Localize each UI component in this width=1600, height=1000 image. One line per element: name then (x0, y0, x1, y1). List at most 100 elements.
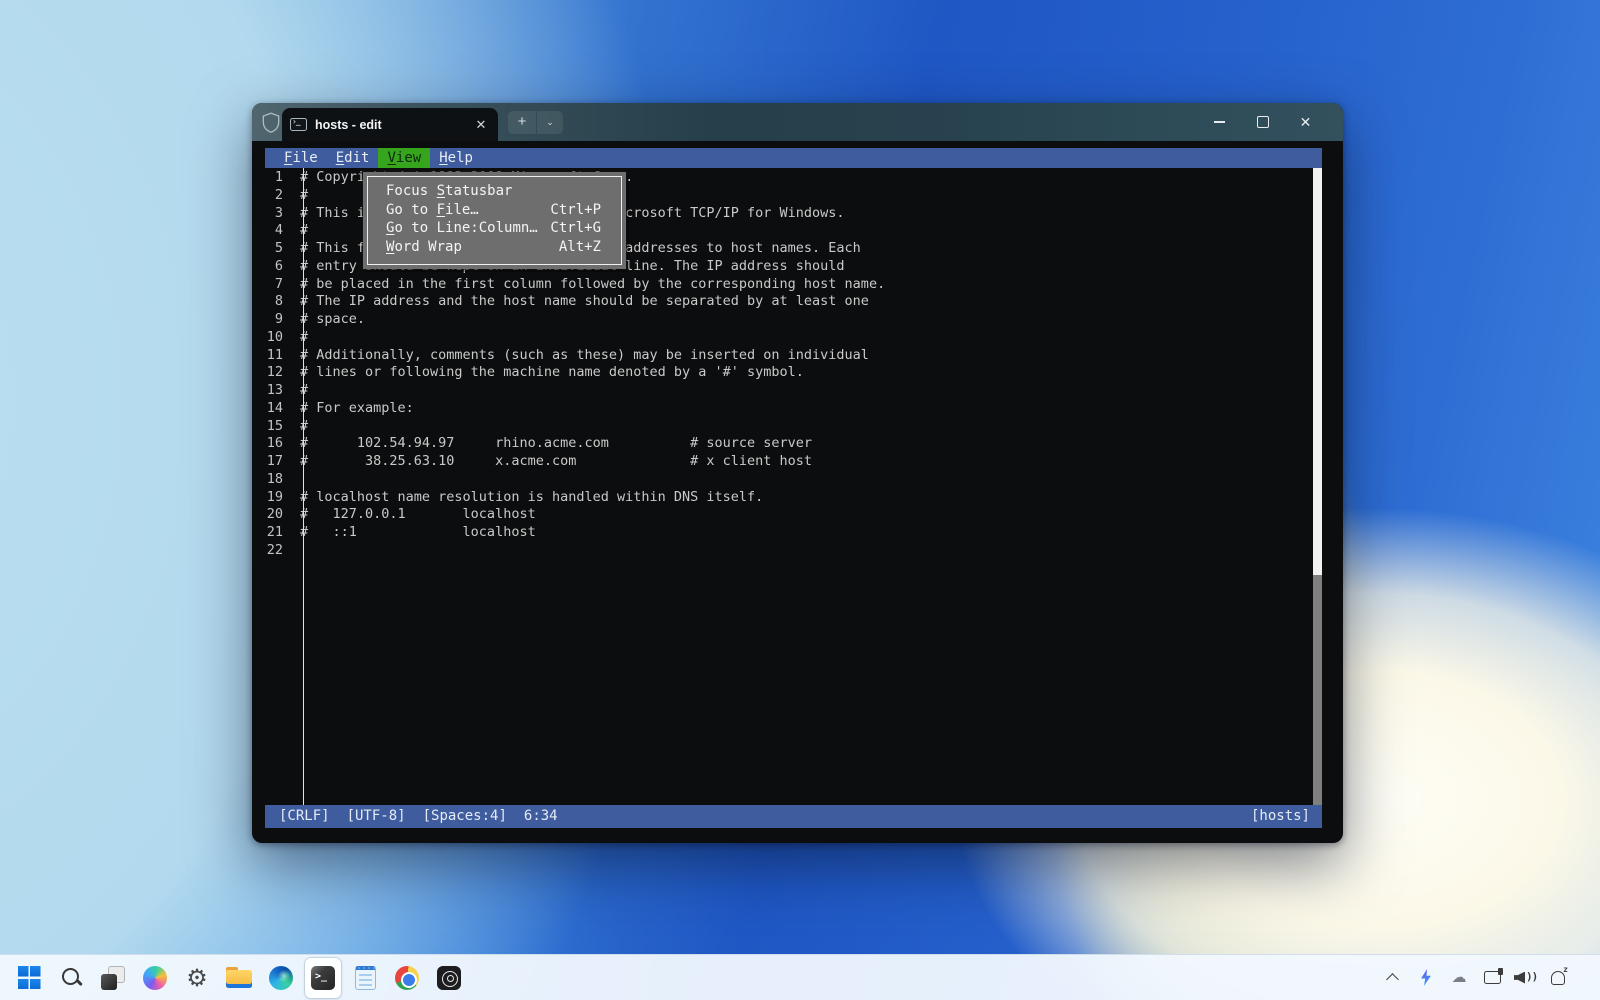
editor-line: 13# (265, 382, 1313, 400)
line-number: 15 (265, 418, 290, 436)
editor-line: 19# localhost name resolution is handled… (265, 489, 1313, 507)
menu-item-shortcut: Ctrl+P (550, 201, 601, 220)
taskbar-copilot-icon[interactable] (137, 958, 173, 998)
line-number: 1 (265, 169, 290, 187)
statusbar-segment[interactable]: 6:34 (524, 805, 558, 828)
line-text: # (290, 222, 308, 240)
menu-item-word-wrap[interactable]: Word WrapAlt+Z (368, 238, 621, 257)
minimize-button[interactable] (1198, 103, 1241, 141)
close-button[interactable]: ✕ (1284, 103, 1327, 141)
new-tab-button[interactable]: + (508, 111, 536, 134)
taskbar-edge-browser-icon[interactable] (263, 958, 299, 998)
line-number: 13 (265, 382, 290, 400)
line-text: # be placed in the first column followed… (290, 276, 885, 294)
line-number: 10 (265, 329, 290, 347)
tab-hosts-edit[interactable]: hosts - edit ✕ (282, 108, 498, 141)
editor-line: 20# 127.0.0.1 localhost (265, 506, 1313, 524)
line-number: 7 (265, 276, 290, 294)
taskbar-search-icon[interactable] (53, 958, 89, 998)
taskbar-start-icon[interactable] (11, 958, 47, 998)
line-number: 17 (265, 453, 290, 471)
menu-item-go-to-line-column[interactable]: Go to Line:Column…Ctrl+G (368, 219, 621, 238)
volume-speaker-icon (1514, 970, 1536, 986)
taskbar-terminal-icon[interactable] (305, 958, 341, 998)
statusbar-filename: [hosts] (1251, 805, 1310, 828)
menu-item-label: Go to Line:Column… (386, 219, 550, 238)
tab-dropdown-button[interactable]: ⌄ (537, 111, 563, 134)
statusbar-segment[interactable]: [UTF-8] (347, 805, 406, 828)
tray-do-not-disturb-bell-icon[interactable] (1544, 961, 1572, 995)
menu-item-shortcut: Ctrl+G (550, 219, 601, 238)
task-view-icon (101, 966, 125, 990)
line-text: # The IP address and the host name shoul… (290, 293, 869, 311)
menu-item-shortcut: Alt+Z (559, 238, 601, 257)
cmd-window-icon (290, 118, 307, 131)
tray-hidden-icons-chevron-icon[interactable] (1379, 961, 1407, 995)
tray-lightning-app-icon[interactable] (1412, 961, 1440, 995)
line-text: # 127.0.0.1 localhost (290, 506, 536, 524)
onedrive-cloud-icon: ☁ (1452, 970, 1467, 985)
edge-browser-icon (269, 966, 293, 990)
line-text: # (290, 418, 308, 436)
tab-close-icon[interactable]: ✕ (472, 116, 490, 134)
system-tray: ☁ (1379, 961, 1600, 995)
taskbar-notepad-icon[interactable] (347, 958, 383, 998)
menubar-item-file[interactable]: File (275, 148, 327, 168)
titlebar[interactable]: hosts - edit ✕ + ⌄ ✕ (252, 103, 1343, 141)
statusbar-segment[interactable]: [CRLF] (279, 805, 330, 828)
editor-line: 12# lines or following the machine name … (265, 364, 1313, 382)
line-text: # lines or following the machine name de… (290, 364, 804, 382)
line-number: 11 (265, 347, 290, 365)
search-icon (60, 966, 83, 989)
line-number: 18 (265, 471, 290, 489)
taskbar-file-explorer-icon[interactable] (221, 958, 257, 998)
line-text: # (290, 382, 308, 400)
taskbar-recorder-app-icon[interactable] (431, 958, 467, 998)
line-number: 14 (265, 400, 290, 418)
window-controls: ✕ (1198, 103, 1327, 141)
line-number: 6 (265, 258, 290, 276)
menubar-item-view[interactable]: View (378, 148, 430, 168)
lightning-app-icon (1420, 969, 1433, 986)
menu-item-focus-statusbar[interactable]: Focus Statusbar (368, 182, 621, 201)
menubar-item-help[interactable]: Help (430, 148, 482, 168)
scrollbar-thumb[interactable] (1313, 168, 1322, 575)
line-text: # For example: (290, 400, 414, 418)
tray-display-device-icon[interactable] (1478, 961, 1506, 995)
editor-line: 10# (265, 329, 1313, 347)
taskbar-chrome-browser-icon[interactable] (389, 958, 425, 998)
line-number: 12 (265, 364, 290, 382)
line-text (290, 542, 300, 560)
tray-volume-speaker-icon[interactable] (1511, 961, 1539, 995)
tray-onedrive-cloud-icon[interactable]: ☁ (1445, 961, 1473, 995)
menu-item-label: Word Wrap (386, 238, 559, 257)
line-number: 3 (265, 205, 290, 223)
line-number: 20 (265, 506, 290, 524)
taskbar-settings-gear-icon[interactable]: ⚙ (179, 958, 215, 998)
line-number: 5 (265, 240, 290, 258)
scrollbar[interactable] (1313, 168, 1322, 805)
statusbar-segment[interactable]: [Spaces:4] (423, 805, 507, 828)
line-number: 19 (265, 489, 290, 507)
menu-item-go-to-file[interactable]: Go to File…Ctrl+P (368, 201, 621, 220)
admin-shield-icon (261, 112, 281, 133)
gutter-separator (303, 168, 304, 805)
taskbar-task-view-icon[interactable] (95, 958, 131, 998)
line-number: 22 (265, 542, 290, 560)
menu-item-label: Go to File… (386, 201, 550, 220)
editor-line: 18 (265, 471, 1313, 489)
editor-line: 15# (265, 418, 1313, 436)
line-text: # ::1 localhost (290, 524, 536, 542)
editor-line: 17# 38.25.63.10 x.acme.com # x client ho… (265, 453, 1313, 471)
line-text: # localhost name resolution is handled w… (290, 489, 763, 507)
line-number: 8 (265, 293, 290, 311)
maximize-button[interactable] (1241, 103, 1284, 141)
line-text: # (290, 187, 308, 205)
desktop-wallpaper: hosts - edit ✕ + ⌄ ✕ FileEditViewHelp 1#… (0, 0, 1600, 1000)
editor-line: 9# space. (265, 311, 1313, 329)
recorder-app-icon (437, 966, 461, 990)
tab-title: hosts - edit (315, 118, 464, 132)
editor-line: 7# be placed in the first column followe… (265, 276, 1313, 294)
line-number: 4 (265, 222, 290, 240)
menubar-item-edit[interactable]: Edit (327, 148, 379, 168)
